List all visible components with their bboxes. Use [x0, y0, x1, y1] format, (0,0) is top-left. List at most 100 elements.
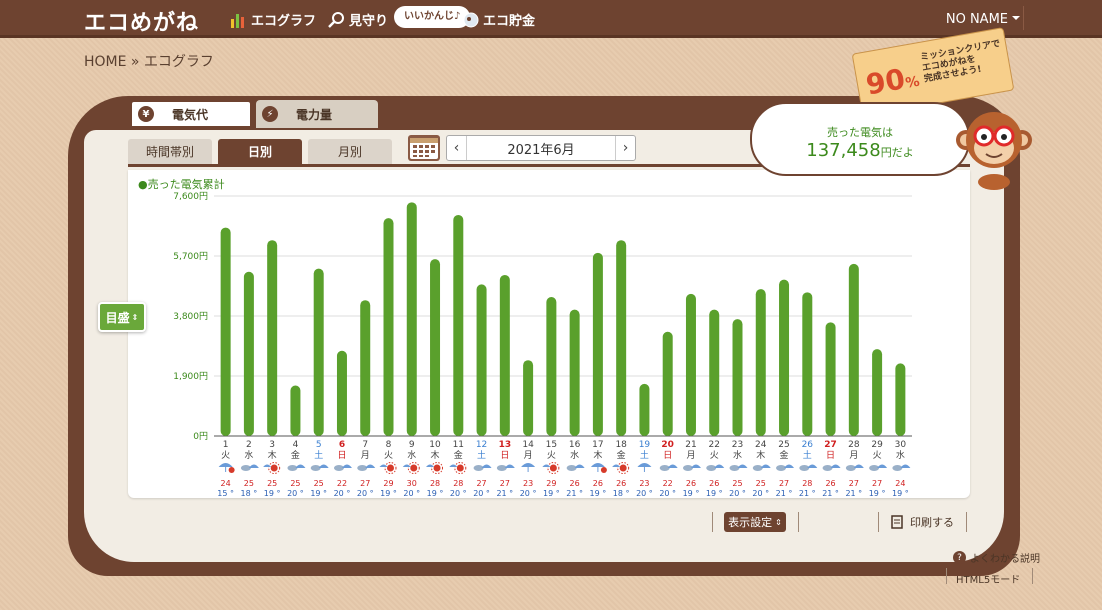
- subtab-daily[interactable]: 日別: [218, 139, 302, 164]
- umbrella-icon: [714, 464, 725, 468]
- bar: [243, 271, 254, 436]
- sun-icon: [387, 464, 394, 472]
- x-weekday-label: 月: [524, 450, 533, 461]
- temp-high: 27: [779, 479, 789, 488]
- print-label: 印刷する: [910, 516, 954, 529]
- nav-eco-savings[interactable]: エコ貯金: [462, 10, 535, 29]
- temp-low: 21 °: [822, 489, 839, 498]
- x-weekday-label: 木: [431, 449, 440, 461]
- temp-high: 28: [430, 479, 440, 488]
- bar: [499, 274, 510, 436]
- umbrella-icon: [877, 464, 888, 468]
- bar: [662, 331, 673, 436]
- html5-mode-link[interactable]: HTML5モード: [956, 571, 1020, 586]
- breadcrumb[interactable]: HOME » エコグラフ: [84, 51, 214, 71]
- x-day-label: 17: [592, 440, 603, 450]
- tab-power-usage[interactable]: ⚡ 電力量: [256, 100, 378, 128]
- next-month-button[interactable]: ›: [615, 136, 635, 160]
- magnifier-icon: [328, 11, 344, 28]
- x-weekday-label: 木: [756, 449, 765, 461]
- sun-icon: [549, 464, 557, 472]
- tab-electricity-cost[interactable]: ¥ 電気代: [130, 100, 252, 128]
- question-icon: ?: [953, 551, 966, 564]
- sun-icon: [619, 464, 627, 472]
- tab-label: 電気代: [172, 107, 209, 122]
- x-day-label: 16: [569, 440, 581, 450]
- x-day-label: 10: [429, 440, 441, 450]
- lightning-icon: ⚡: [262, 106, 278, 122]
- umbrella-icon: [449, 464, 458, 467]
- temp-low: 18 °: [613, 489, 630, 498]
- temp-high: 25: [756, 479, 766, 488]
- updown-icon: ⇕: [775, 517, 782, 527]
- bar: [360, 300, 371, 436]
- display-settings-button[interactable]: 表示設定 ⇕: [724, 512, 786, 532]
- temp-low: 19 °: [380, 489, 397, 498]
- x-day-label: 8: [386, 440, 392, 450]
- nav-label: エコグラフ: [251, 14, 317, 29]
- temp-high: 25: [732, 479, 742, 488]
- x-weekday-label: 金: [780, 449, 789, 461]
- user-menu[interactable]: NO NAME: [946, 12, 1020, 27]
- umbrella-icon: [737, 464, 748, 468]
- bar: [895, 363, 906, 436]
- sun-icon: [228, 467, 235, 473]
- temp-high: 26: [709, 479, 719, 488]
- y-tick-label: 7,600円: [173, 191, 208, 202]
- subtab-hourly[interactable]: 時間帯別: [128, 139, 212, 164]
- prev-month-button[interactable]: ‹: [447, 136, 467, 160]
- subtab-monthly[interactable]: 月別: [308, 139, 392, 164]
- temp-high: 27: [849, 479, 859, 488]
- umbrella-icon: [218, 463, 233, 467]
- x-day-label: 19: [639, 440, 651, 450]
- bar: [336, 350, 347, 436]
- umbrella-icon: [590, 463, 605, 467]
- bar: [406, 202, 417, 436]
- print-button[interactable]: 印刷する: [890, 512, 954, 532]
- divider: [966, 512, 967, 532]
- divider: [946, 568, 947, 584]
- temp-low: 20 °: [659, 489, 676, 498]
- mission-message: ミッションクリアで エコめがねを 完成させよう!: [919, 38, 1002, 85]
- app-logo[interactable]: エコめがね: [84, 5, 199, 37]
- umbrella-icon: [521, 463, 536, 467]
- umbrella-icon: [504, 464, 515, 468]
- sold-electricity-bubble: 売った電気は 137,458円だよ: [750, 102, 970, 176]
- x-day-label: 20: [661, 440, 674, 450]
- x-day-label: 6: [339, 440, 345, 450]
- bar: [453, 214, 464, 436]
- bar: [220, 227, 231, 436]
- mission-percent: 90%: [863, 62, 921, 102]
- temp-low: 20 °: [287, 489, 304, 498]
- temp-high: 27: [360, 479, 370, 488]
- temp-high: 26: [593, 479, 603, 488]
- x-day-label: 4: [293, 440, 299, 450]
- umbrella-icon: [341, 464, 352, 468]
- divider: [1023, 6, 1024, 30]
- umbrella-icon: [784, 464, 795, 468]
- temp-high: 25: [290, 479, 300, 488]
- temp-low: 19 °: [892, 489, 909, 498]
- umbrella-icon: [379, 464, 388, 467]
- temp-high: 28: [802, 479, 812, 488]
- umbrella-icon: [426, 464, 435, 467]
- sun-icon: [456, 464, 464, 472]
- nav-ecograph[interactable]: エコグラフ: [230, 10, 316, 29]
- calendar-icon[interactable]: [408, 135, 440, 161]
- temp-high: 22: [337, 479, 347, 488]
- scale-button[interactable]: 目盛 ⇕: [98, 302, 146, 332]
- x-weekday-label: 火: [221, 450, 230, 461]
- nav-mimamori[interactable]: 見守り: [328, 10, 388, 29]
- umbrella-icon: [853, 464, 864, 468]
- x-day-label: 7: [362, 440, 368, 450]
- x-day-label: 18: [615, 440, 627, 450]
- bar: [779, 279, 790, 436]
- umbrella-icon: [690, 464, 701, 468]
- umbrella-icon: [574, 464, 585, 468]
- y-tick-label: 3,800円: [173, 311, 208, 322]
- x-weekday-label: 水: [733, 449, 742, 461]
- x-weekday-label: 日: [826, 450, 835, 461]
- daily-bar-chart: 0円1,900円3,800円5,700円7,600円1火2415 °2水2518…: [173, 191, 912, 498]
- help-link[interactable]: ? よくわかる説明: [953, 550, 1040, 565]
- bar: [569, 309, 580, 436]
